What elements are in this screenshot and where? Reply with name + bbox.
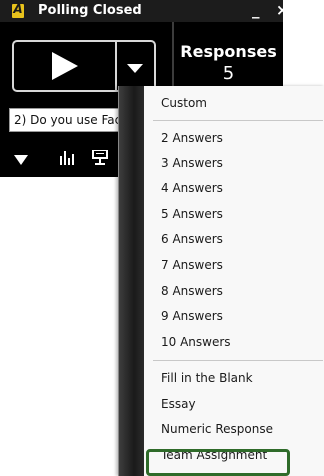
caret-down-icon [14, 155, 28, 165]
menu-item-3-answers[interactable]: 3 Answers [161, 156, 223, 170]
window-title: Polling Closed [38, 3, 142, 18]
close-button[interactable]: × [276, 1, 289, 19]
menu-item-2-answers[interactable]: 2 Answers [161, 131, 223, 145]
menu-separator [153, 360, 323, 361]
chevron-down-icon [127, 64, 143, 73]
menu-item-8-answers[interactable]: 8 Answers [161, 284, 223, 298]
poll-control-group [12, 40, 156, 92]
chart-button[interactable] [60, 150, 74, 169]
minimize-button[interactable]: _ [252, 1, 260, 19]
responses-count: 5 [222, 63, 235, 84]
menu-item-numeric-response[interactable]: Numeric Response [161, 422, 273, 436]
question-type-dropdown-button[interactable] [118, 42, 154, 90]
present-button[interactable] [92, 149, 108, 169]
menu-gutter [119, 86, 144, 476]
menu-item-fill-in-the-blank[interactable]: Fill in the Blank [161, 371, 253, 385]
presentation-icon [92, 149, 108, 165]
menu-item-custom[interactable]: Custom [161, 96, 207, 110]
menu-item-10-answers[interactable]: 10 Answers [161, 335, 231, 349]
menu-item-essay[interactable]: Essay [161, 397, 196, 411]
title-bar: A Polling Closed _ × [0, 0, 289, 22]
menu-separator [153, 120, 323, 121]
team-assignment-highlight [146, 449, 290, 476]
play-icon [52, 52, 78, 80]
menu-item-4-answers[interactable]: 4 Answers [161, 181, 223, 195]
app-logo: A [12, 2, 24, 18]
menu-item-7-answers[interactable]: 7 Answers [161, 258, 223, 272]
menu-item-6-answers[interactable]: 6 Answers [161, 232, 223, 246]
bar-chart-icon [60, 151, 74, 165]
menu-item-5-answers[interactable]: 5 Answers [161, 207, 223, 221]
responses-label: Responses [180, 42, 277, 61]
start-polling-button[interactable] [14, 42, 117, 90]
expand-button[interactable] [14, 150, 28, 169]
question-type-menu: Custom 2 Answers 3 Answers 4 Answers 5 A… [118, 86, 324, 476]
menu-item-9-answers[interactable]: 9 Answers [161, 309, 223, 323]
